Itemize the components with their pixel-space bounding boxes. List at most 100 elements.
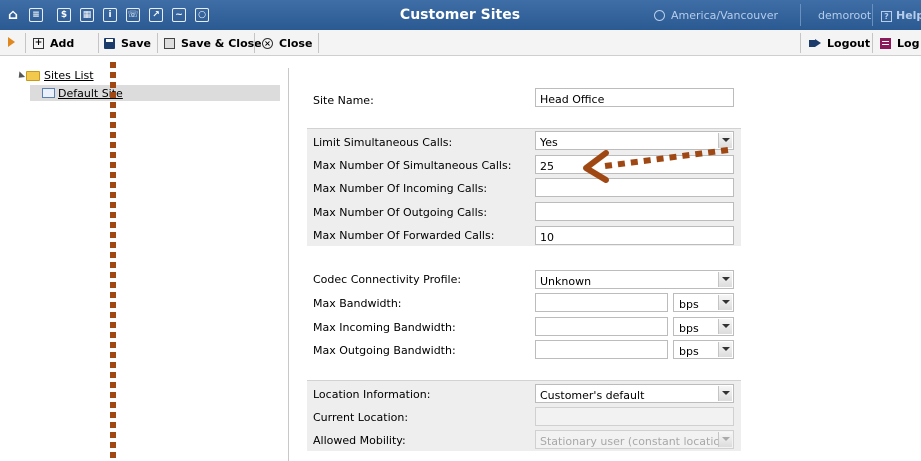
- location-info-value: Customer's default: [540, 389, 645, 402]
- max-simultaneous-value: 25: [540, 160, 554, 173]
- max-bandwidth-field[interactable]: [535, 293, 668, 312]
- logout-icon: [809, 38, 821, 49]
- play-arrow-icon[interactable]: [8, 37, 15, 47]
- close-icon: ×: [262, 37, 273, 49]
- codec-profile-label: Codec Connectivity Profile:: [313, 273, 462, 286]
- divider: [318, 33, 319, 53]
- max-forwarded-label: Max Number Of Forwarded Calls:: [313, 229, 495, 242]
- logout-button[interactable]: Logout: [809, 30, 870, 56]
- clock-icon: [654, 10, 665, 21]
- max-incoming-bandwidth-unit: bps: [679, 322, 699, 335]
- save-close-button[interactable]: Save & Close: [164, 30, 262, 56]
- max-incoming-field[interactable]: [535, 178, 734, 197]
- current-location-label: Current Location:: [313, 411, 409, 424]
- chevron-down-icon[interactable]: [718, 272, 732, 287]
- divider: [872, 33, 873, 53]
- divider: [157, 33, 158, 53]
- max-incoming-label: Max Number Of Incoming Calls:: [313, 182, 488, 195]
- max-simultaneous-label: Max Number Of Simultaneous Calls:: [313, 159, 512, 172]
- log-button[interactable]: Log: [880, 30, 919, 56]
- divider: [98, 33, 99, 53]
- page-title: Customer Sites: [399, 7, 521, 23]
- codec-profile-value: Unknown: [540, 275, 592, 288]
- help-label: Help: [896, 9, 921, 22]
- max-outgoing-bandwidth-field[interactable]: [535, 340, 668, 359]
- max-bandwidth-unit-select[interactable]: bps: [673, 293, 734, 312]
- add-label: Add: [50, 36, 75, 50]
- search-icon[interactable]: ○: [195, 8, 209, 22]
- top-icon-bar: ⌂ ≡ $ ▦ i ☏ ↗ ~ ○: [0, 0, 218, 30]
- dollar-icon[interactable]: $: [57, 8, 71, 22]
- help-link[interactable]: ? Help: [881, 9, 921, 22]
- chart-icon[interactable]: ~: [172, 8, 186, 22]
- user-name[interactable]: demoroot: [818, 9, 871, 22]
- chevron-down-icon: [718, 432, 732, 447]
- limit-calls-select[interactable]: Yes: [535, 131, 734, 150]
- close-label: Close: [279, 36, 313, 50]
- max-bandwidth-label: Max Bandwidth:: [313, 297, 402, 310]
- chevron-down-icon[interactable]: [718, 133, 732, 148]
- logout-label: Logout: [827, 36, 871, 50]
- timezone-label: America/Vancouver: [671, 9, 779, 22]
- close-button[interactable]: × Close: [262, 30, 312, 56]
- tree-root-sites-list[interactable]: Sites List: [15, 69, 94, 82]
- timezone-link[interactable]: America/Vancouver: [654, 9, 778, 22]
- max-incoming-bandwidth-label: Max Incoming Bandwidth:: [313, 321, 456, 334]
- divider: [872, 4, 873, 26]
- save-button[interactable]: Save: [104, 30, 151, 56]
- location-info-label: Location Information:: [313, 388, 431, 401]
- divider: [800, 33, 801, 53]
- log-label: Log: [897, 36, 920, 50]
- site-name-field[interactable]: Head Office: [535, 88, 734, 107]
- save-label: Save: [121, 36, 151, 50]
- save-icon: [104, 37, 115, 49]
- collapse-icon[interactable]: [15, 70, 26, 81]
- max-incoming-bandwidth-unit-select[interactable]: bps: [673, 317, 734, 336]
- save-close-label: Save & Close: [181, 36, 262, 50]
- max-forwarded-value: 10: [540, 231, 554, 244]
- toolbar: + Add Save Save & Close × Close Logout Log: [0, 30, 921, 56]
- limit-calls-value: Yes: [540, 136, 558, 149]
- max-simultaneous-field[interactable]: 25: [535, 155, 734, 174]
- max-outgoing-field[interactable]: [535, 202, 734, 221]
- user-icon[interactable]: i: [103, 8, 117, 22]
- title-bar: ⌂ ≡ $ ▦ i ☏ ↗ ~ ○ Customer Sites America…: [0, 0, 921, 30]
- site-name-value: Head Office: [540, 93, 605, 106]
- max-outgoing-bandwidth-unit-select[interactable]: bps: [673, 340, 734, 359]
- contact-icon[interactable]: ↗: [149, 8, 163, 22]
- allowed-mobility-value: Stationary user (constant location): [540, 435, 732, 448]
- divider: [800, 4, 801, 26]
- current-location-field: [535, 407, 734, 426]
- phone-icon[interactable]: ☏: [126, 8, 140, 22]
- save-close-icon: [164, 37, 175, 49]
- max-incoming-bandwidth-field[interactable]: [535, 317, 668, 336]
- chevron-down-icon[interactable]: [718, 295, 732, 310]
- divider: [254, 33, 255, 53]
- allowed-mobility-select: Stationary user (constant location): [535, 430, 734, 449]
- panel-divider: [288, 68, 289, 461]
- chevron-down-icon[interactable]: [718, 342, 732, 357]
- help-icon: ?: [881, 11, 892, 22]
- annotation-dotted-line: [110, 62, 116, 461]
- limit-calls-label: Limit Simultaneous Calls:: [313, 136, 453, 149]
- grid-icon[interactable]: ▦: [80, 8, 94, 22]
- location-info-select[interactable]: Customer's default: [535, 384, 734, 403]
- add-icon: +: [33, 37, 44, 49]
- max-forwarded-field[interactable]: 10: [535, 226, 734, 245]
- add-button[interactable]: + Add: [33, 30, 74, 56]
- allowed-mobility-label: Allowed Mobility:: [313, 434, 406, 447]
- tree-root-label[interactable]: Sites List: [44, 69, 94, 82]
- codec-profile-select[interactable]: Unknown: [535, 270, 734, 289]
- max-outgoing-bandwidth-unit: bps: [679, 345, 699, 358]
- home-icon[interactable]: ⌂: [6, 8, 20, 22]
- chevron-down-icon[interactable]: [718, 386, 732, 401]
- list-icon[interactable]: ≡: [29, 8, 43, 22]
- site-icon: [42, 88, 55, 98]
- folder-icon: [26, 70, 40, 81]
- tree-item-default-site[interactable]: Default Site: [30, 85, 280, 101]
- max-bandwidth-unit: bps: [679, 298, 699, 311]
- chevron-down-icon[interactable]: [718, 319, 732, 334]
- max-outgoing-bandwidth-label: Max Outgoing Bandwidth:: [313, 344, 456, 357]
- max-outgoing-label: Max Number Of Outgoing Calls:: [313, 206, 488, 219]
- site-name-label: Site Name:: [313, 94, 374, 107]
